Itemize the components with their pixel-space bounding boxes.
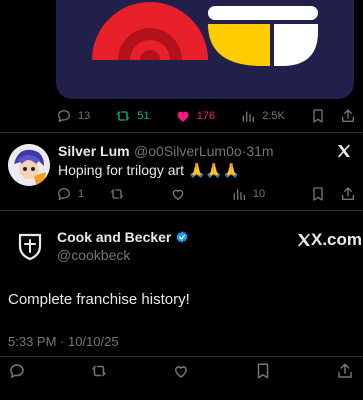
share-icon[interactable] [336,362,354,380]
reply-icon[interactable] [8,362,26,380]
repost-icon[interactable] [90,362,108,380]
repost-button[interactable]: 51 [115,108,150,124]
reply-button[interactable]: 13 [56,108,90,124]
views-bar-chart-icon [233,189,245,200]
x-com-brand[interactable]: X.com [296,230,362,250]
views-count: 2.5K [262,110,285,122]
artwork-illustration [92,2,318,66]
reply-icon [57,187,71,201]
share-icon[interactable] [340,108,356,124]
reply-header: Silver Lum @o0SilverLum0o·31m [58,143,274,161]
heart-icon [172,189,184,201]
author-name[interactable]: Cook and Becker [57,229,171,245]
like-count: 176 [196,110,216,122]
verified-badge-icon [176,231,188,243]
repost-icon [117,111,130,121]
author-handle[interactable]: @o0SilverLum0o [134,143,242,159]
reply-icon [57,109,71,123]
main-action-bar [8,362,354,380]
repost-count: 51 [137,110,150,122]
heart-filled-icon [177,111,189,122]
views-button[interactable]: 2.5K [240,108,285,124]
bookmark-icon[interactable] [254,362,272,380]
reply-button[interactable]: 1 [56,186,84,202]
author-line: Cook and Becker [57,229,189,245]
bookmark-icon[interactable] [310,108,326,124]
brand-text: X.com [311,230,363,249]
share-icon[interactable] [340,186,356,202]
reply-count: 13 [78,110,91,122]
repost-button[interactable] [109,186,125,202]
views-bar-chart-icon [242,111,255,122]
divider [0,356,363,357]
divider [0,132,363,133]
repost-icon [111,189,124,199]
post-media-image[interactable] [56,0,354,99]
bookmark-icon[interactable] [310,186,326,202]
x-logo-icon[interactable] [336,143,352,164]
reply-count: 1 [78,188,85,200]
avatar-image [8,144,50,186]
post-text: Complete franchise history! [8,291,190,308]
views-count: 10 [252,188,266,200]
cook-and-becker-logo[interactable] [14,230,46,262]
post-action-bar: 13 51 176 2.5K [56,108,356,124]
post-timestamp[interactable]: 5:33 PM · 10/10/25 [8,334,119,349]
views-button[interactable]: 10 [231,186,265,202]
author-name[interactable]: Silver Lum [58,143,130,159]
shield-logo-icon [18,233,42,261]
avatar[interactable] [8,144,50,186]
like-button[interactable]: 176 [175,108,215,124]
divider [0,210,363,211]
like-button[interactable] [170,186,186,202]
reply-text: Hoping for trilogy art 🙏🙏🙏 [58,162,241,178]
heart-icon[interactable] [172,362,190,380]
author-handle[interactable]: @cookbeck [57,247,130,263]
reply-action-bar: 1 10 [56,186,356,202]
post-time[interactable]: 31m [246,143,273,159]
x-logo-icon [298,233,310,247]
